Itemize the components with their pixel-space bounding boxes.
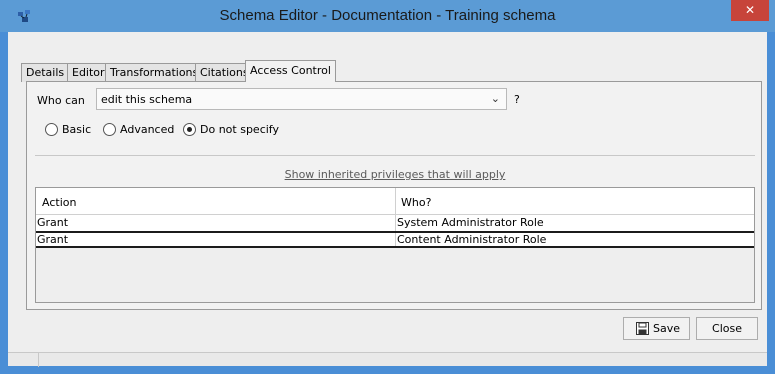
status-bar-divider [38,353,39,367]
row-who-cell: System Administrator Role [397,216,544,229]
schema-editor-window: Schema Editor - Documentation - Training… [0,0,775,374]
cell-divider [395,215,396,231]
table-header: Action Who? [36,188,754,215]
row-action-cell: Grant [37,233,69,246]
radio-do-not-specify-label: Do not specify [200,123,279,136]
row-who-cell: Content Administrator Role [397,233,547,246]
privileges-table: Action Who? Grant System Administrator R… [35,187,755,303]
column-header-who[interactable]: Who? [401,196,431,209]
radio-basic-label: Basic [62,123,92,136]
window-close-button[interactable]: ✕ [731,0,769,21]
who-can-dropdown[interactable]: edit this schema ⌄ [96,88,507,110]
show-inherited-privileges-link[interactable]: Show inherited privileges that will appl… [0,168,775,181]
who-can-selected-value: edit this schema [101,93,193,106]
tab-transformations[interactable]: Transformations [105,63,204,82]
table-row-selected[interactable]: Grant Content Administrator Role [36,231,754,248]
radio-selected-dot [187,127,192,132]
tab-access-control[interactable]: Access Control [245,60,336,82]
status-bar [8,352,767,367]
help-mark[interactable]: ? [514,93,520,106]
radio-advanced-label: Advanced [120,123,175,136]
table-row[interactable]: Grant System Administrator Role [36,215,754,232]
tab-details[interactable]: Details [21,63,70,82]
window-title: Schema Editor - Documentation - Training… [219,7,556,24]
column-divider [395,188,396,215]
who-can-label: Who can [37,94,85,107]
column-header-action[interactable]: Action [42,196,76,209]
tab-editor[interactable]: Editor [67,63,110,82]
save-button[interactable]: Save [623,317,690,340]
close-button[interactable]: Close [696,317,758,340]
radio-advanced-circle[interactable] [103,123,116,136]
radio-do-not-specify-circle[interactable] [183,123,196,136]
floppy-disk-icon [636,322,649,335]
row-action-cell: Grant [37,216,69,229]
chevron-down-icon: ⌄ [490,92,500,105]
title-bar[interactable]: Schema Editor - Documentation - Training… [0,0,775,32]
divider [35,155,755,156]
radio-basic-circle[interactable] [45,123,58,136]
cell-divider [395,233,396,246]
save-button-label: Save [653,322,681,335]
